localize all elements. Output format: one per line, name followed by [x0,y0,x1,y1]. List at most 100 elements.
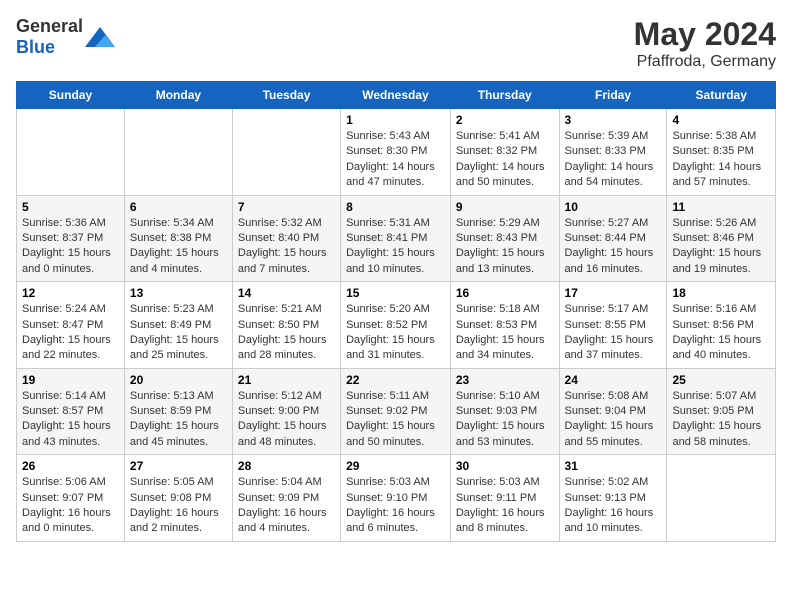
logo-general: General [16,16,83,36]
day-info: Sunrise: 5:04 AMSunset: 9:09 PMDaylight:… [238,475,335,537]
day-info: Sunrise: 5:05 AMSunset: 9:08 PMDaylight:… [130,475,227,537]
day-info: Sunrise: 5:17 AMSunset: 8:55 PMDaylight:… [565,302,662,364]
table-row: 28 Sunrise: 5:04 AMSunset: 9:09 PMDayligh… [232,455,340,542]
day-number: 17 [565,286,662,300]
day-number: 16 [456,286,554,300]
table-row: 12 Sunrise: 5:24 AMSunset: 8:47 PMDayligh… [17,282,125,369]
day-number: 9 [456,200,554,214]
day-info: Sunrise: 5:16 AMSunset: 8:56 PMDaylight:… [672,302,770,364]
table-row: 9 Sunrise: 5:29 AMSunset: 8:43 PMDaylight… [450,195,559,282]
day-number: 12 [22,286,119,300]
calendar-week-row: 19Sunrise: 5:14 AMSunset: 8:57 PMDayligh… [17,368,776,455]
day-info: Sunrise: 5:18 AMSunset: 8:53 PMDaylight:… [456,302,554,364]
table-row: 18 Sunrise: 5:16 AMSunset: 8:56 PMDayligh… [667,282,776,369]
table-row: 20 Sunrise: 5:13 AMSunset: 8:59 PMDayligh… [124,368,232,455]
day-info: Sunrise: 5:26 AMSunset: 8:46 PMDaylight:… [672,216,770,278]
table-row [124,109,232,196]
day-info: Sunrise: 5:11 AMSunset: 9:02 PMDaylight:… [346,389,445,451]
day-number: 6 [130,200,227,214]
day-info: Sunrise: 5:12 AMSunset: 9:00 PMDaylight:… [238,389,335,451]
table-row: 25Sunrise: 5:07 AMSunset: 9:05 PMDayligh… [667,368,776,455]
day-number: 2 [456,113,554,127]
table-row: 8Sunrise: 5:31 AMSunset: 8:41 PMDaylight… [341,195,451,282]
header-wednesday: Wednesday [341,82,451,109]
day-number: 26 [22,459,119,473]
day-info: Sunrise: 5:43 AMSunset: 8:30 PMDaylight:… [346,129,445,191]
day-info: Sunrise: 5:34 AMSunset: 8:38 PMDaylight:… [130,216,227,278]
page-header: General Blue May 2024 Pfaffroda, Germany [16,16,776,71]
day-number: 7 [238,200,335,214]
day-info: Sunrise: 5:29 AMSunset: 8:43 PMDaylight:… [456,216,554,278]
table-row: 2 Sunrise: 5:41 AMSunset: 8:32 PMDaylight… [450,109,559,196]
day-number: 20 [130,373,227,387]
table-row: 13 Sunrise: 5:23 AMSunset: 8:49 PMDayligh… [124,282,232,369]
table-row: 21Sunrise: 5:12 AMSunset: 9:00 PMDayligh… [232,368,340,455]
day-number: 1 [346,113,445,127]
table-row: 7Sunrise: 5:32 AMSunset: 8:40 PMDaylight… [232,195,340,282]
day-number: 13 [130,286,227,300]
table-row [667,455,776,542]
weekday-header-row: Sunday Monday Tuesday Wednesday Thursday… [17,82,776,109]
day-info: Sunrise: 5:23 AMSunset: 8:49 PMDaylight:… [130,302,227,364]
header-friday: Friday [559,82,667,109]
header-thursday: Thursday [450,82,559,109]
day-number: 28 [238,459,335,473]
day-info: Sunrise: 5:20 AMSunset: 8:52 PMDaylight:… [346,302,445,364]
title-block: May 2024 Pfaffroda, Germany [634,16,776,71]
table-row: 24Sunrise: 5:08 AMSunset: 9:04 PMDayligh… [559,368,667,455]
day-info: Sunrise: 5:13 AMSunset: 8:59 PMDaylight:… [130,389,227,451]
calendar-subtitle: Pfaffroda, Germany [634,53,776,71]
table-row: 23 Sunrise: 5:10 AMSunset: 9:03 PMDayligh… [450,368,559,455]
day-number: 3 [565,113,662,127]
header-saturday: Saturday [667,82,776,109]
calendar-week-row: 5 Sunrise: 5:36 AMSunset: 8:37 PMDaylight… [17,195,776,282]
table-row: 19Sunrise: 5:14 AMSunset: 8:57 PMDayligh… [17,368,125,455]
logo-text: General Blue [16,16,83,58]
logo-blue: Blue [16,37,55,57]
table-row: 3Sunrise: 5:39 AMSunset: 8:33 PMDaylight… [559,109,667,196]
calendar-week-row: 26Sunrise: 5:06 AMSunset: 9:07 PMDayligh… [17,455,776,542]
table-row: 17 Sunrise: 5:17 AMSunset: 8:55 PMDayligh… [559,282,667,369]
header-monday: Monday [124,82,232,109]
table-row: 4Sunrise: 5:38 AMSunset: 8:35 PMDaylight… [667,109,776,196]
day-number: 31 [565,459,662,473]
day-number: 14 [238,286,335,300]
day-number: 15 [346,286,445,300]
day-info: Sunrise: 5:24 AMSunset: 8:47 PMDaylight:… [22,302,119,364]
day-number: 11 [672,200,770,214]
calendar-week-row: 12 Sunrise: 5:24 AMSunset: 8:47 PMDayligh… [17,282,776,369]
day-number: 23 [456,373,554,387]
logo-icon [85,27,115,47]
table-row: 16 Sunrise: 5:18 AMSunset: 8:53 PMDayligh… [450,282,559,369]
calendar-title: May 2024 [634,16,776,53]
day-number: 4 [672,113,770,127]
table-row: 15 Sunrise: 5:20 AMSunset: 8:52 PMDayligh… [341,282,451,369]
day-number: 29 [346,459,445,473]
day-number: 24 [565,373,662,387]
day-info: Sunrise: 5:31 AMSunset: 8:41 PMDaylight:… [346,216,445,278]
day-info: Sunrise: 5:27 AMSunset: 8:44 PMDaylight:… [565,216,662,278]
table-row [17,109,125,196]
table-row: 14Sunrise: 5:21 AMSunset: 8:50 PMDayligh… [232,282,340,369]
day-info: Sunrise: 5:36 AMSunset: 8:37 PMDaylight:… [22,216,119,278]
day-info: Sunrise: 5:02 AMSunset: 9:13 PMDaylight:… [565,475,662,537]
day-info: Sunrise: 5:07 AMSunset: 9:05 PMDaylight:… [672,389,770,451]
table-row: 31 Sunrise: 5:02 AMSunset: 9:13 PMDayligh… [559,455,667,542]
day-number: 18 [672,286,770,300]
table-row: 26Sunrise: 5:06 AMSunset: 9:07 PMDayligh… [17,455,125,542]
table-row: 1 Sunrise: 5:43 AMSunset: 8:30 PMDaylight… [341,109,451,196]
header-tuesday: Tuesday [232,82,340,109]
logo: General Blue [16,16,115,58]
day-info: Sunrise: 5:41 AMSunset: 8:32 PMDaylight:… [456,129,554,191]
day-number: 22 [346,373,445,387]
header-sunday: Sunday [17,82,125,109]
table-row: 22 Sunrise: 5:11 AMSunset: 9:02 PMDayligh… [341,368,451,455]
day-number: 30 [456,459,554,473]
table-row: 30Sunrise: 5:03 AMSunset: 9:11 PMDayligh… [450,455,559,542]
day-number: 5 [22,200,119,214]
calendar-week-row: 1 Sunrise: 5:43 AMSunset: 8:30 PMDaylight… [17,109,776,196]
table-row [232,109,340,196]
day-info: Sunrise: 5:10 AMSunset: 9:03 PMDaylight:… [456,389,554,451]
table-row: 6 Sunrise: 5:34 AMSunset: 8:38 PMDaylight… [124,195,232,282]
day-number: 19 [22,373,119,387]
